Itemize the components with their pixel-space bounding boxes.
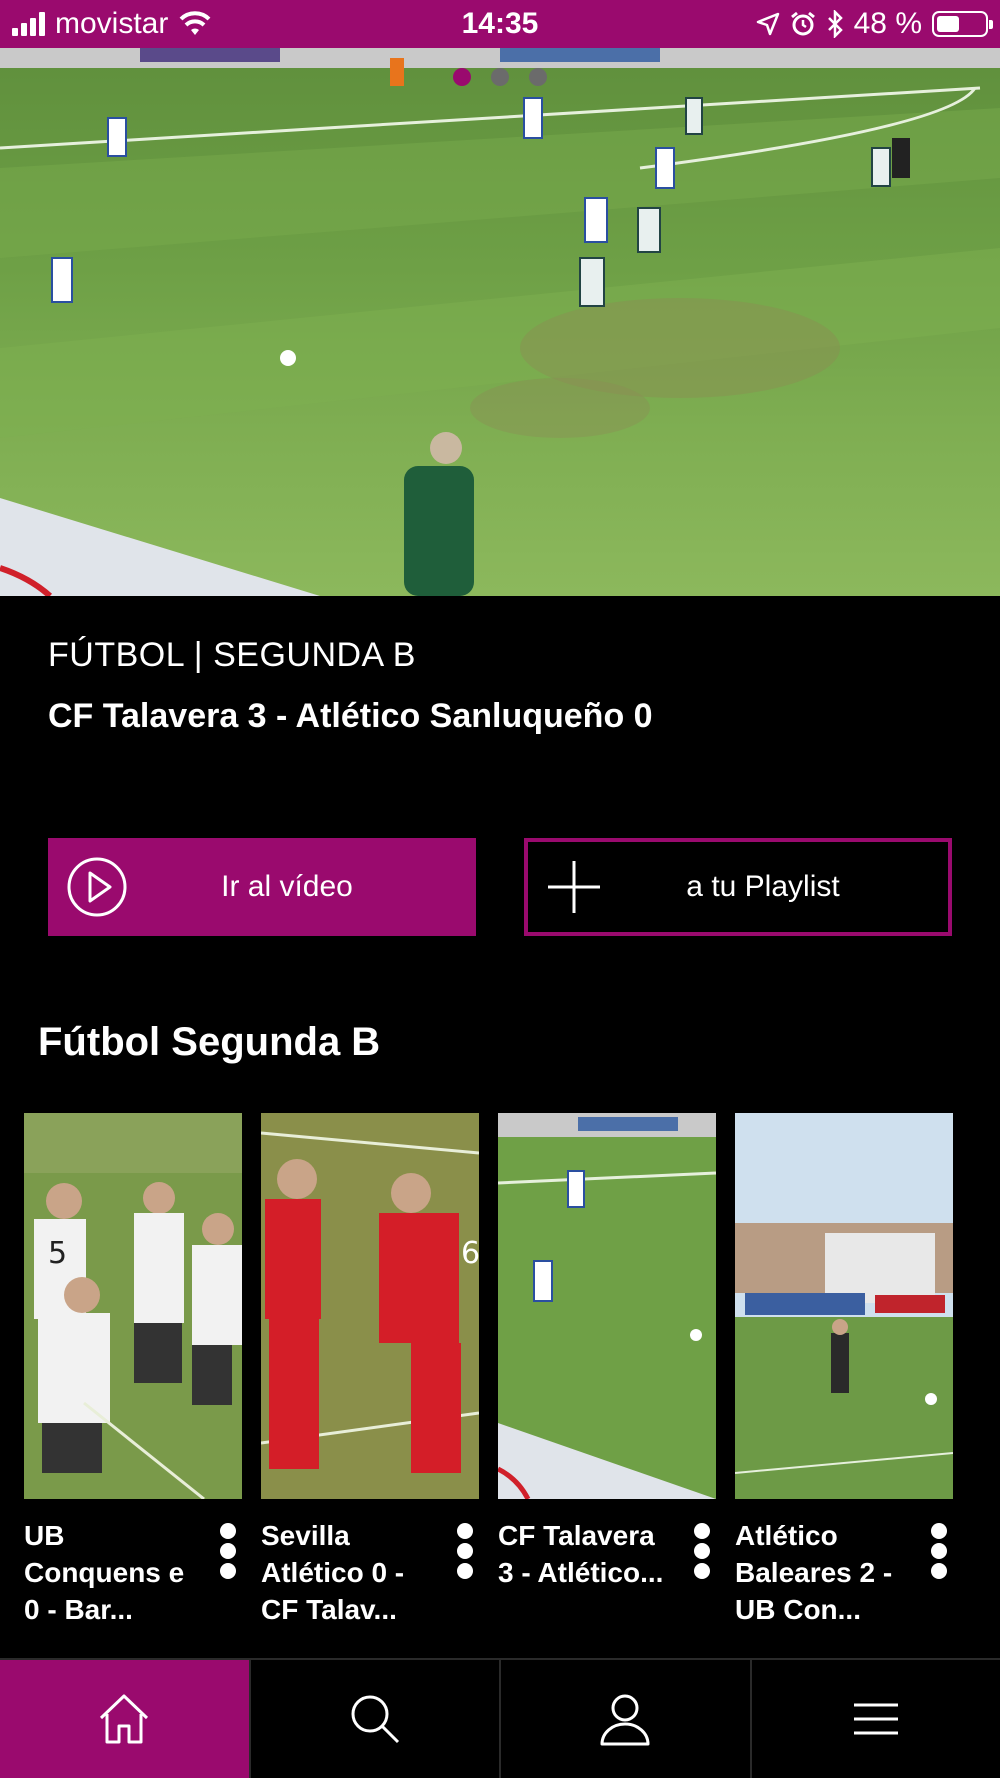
video-thumbnail[interactable]: 5: [24, 1113, 242, 1499]
bottom-navigation: [0, 1658, 1000, 1778]
battery-icon: [932, 11, 993, 37]
video-thumbnail[interactable]: 6: [261, 1113, 479, 1499]
profile-icon: [600, 1694, 650, 1746]
status-bar-right: 48 %: [756, 0, 993, 48]
svg-text:5: 5: [48, 1236, 67, 1271]
battery-level: [937, 16, 960, 32]
nav-search[interactable]: [250, 1660, 501, 1778]
video-thumbnail[interactable]: [735, 1113, 953, 1499]
home-icon: [100, 1694, 149, 1744]
video-card[interactable]: CF Talavera 3 - Atlético...: [498, 1113, 716, 1633]
video-card-title[interactable]: Sevilla Atlético 0 - CF Talav...: [261, 1517, 431, 1629]
menu-icon: [853, 1703, 898, 1735]
more-options-icon[interactable]: [214, 1523, 242, 1579]
status-bar: movistar 14:35 48 %: [0, 0, 1000, 48]
carousel-dot[interactable]: [453, 68, 471, 86]
bluetooth-icon: [827, 10, 843, 38]
video-card[interactable]: 5 UB Conquens e 0 - Bar...: [24, 1113, 242, 1633]
play-circle-icon: [67, 857, 127, 917]
thumbnail-image: 5: [24, 1113, 242, 1499]
nav-menu[interactable]: [751, 1660, 1000, 1778]
add-to-playlist-button[interactable]: a tu Playlist: [524, 838, 952, 936]
battery-percent: 48 %: [853, 7, 922, 40]
section-title: Fútbol Segunda B: [38, 1020, 381, 1064]
carousel-dot[interactable]: [529, 68, 547, 86]
hero-image: [0, 48, 1000, 596]
video-card-title[interactable]: Atlético Baleares 2 - UB Con...: [735, 1517, 905, 1629]
carousel-indicator: [0, 68, 1000, 86]
svg-text:6: 6: [461, 1236, 479, 1271]
nav-profile[interactable]: [501, 1660, 752, 1778]
thumbnail-image: 6: [261, 1113, 479, 1499]
search-icon: [351, 1695, 399, 1744]
nav-home[interactable]: [0, 1660, 251, 1778]
carousel-dot[interactable]: [491, 68, 509, 86]
alarm-icon: [790, 11, 815, 36]
video-card-title[interactable]: UB Conquens e 0 - Bar...: [24, 1517, 194, 1629]
hero-video-thumbnail[interactable]: [0, 48, 1000, 596]
featured-title: CF Talavera 3 - Atlético Sanluqueño 0: [48, 697, 653, 735]
featured-category: FÚTBOL | SEGUNDA B: [48, 636, 416, 674]
more-options-icon[interactable]: [451, 1523, 479, 1579]
video-card-title[interactable]: CF Talavera 3 - Atlético...: [498, 1517, 668, 1629]
location-icon: [756, 12, 779, 36]
thumbnail-image: [735, 1113, 953, 1499]
video-thumbnail[interactable]: [498, 1113, 716, 1499]
more-options-icon[interactable]: [925, 1523, 953, 1579]
video-card[interactable]: 6 Sevilla Atlético 0 - CF Talav...: [261, 1113, 479, 1633]
video-card[interactable]: Atlético Baleares 2 - UB Con...: [735, 1113, 953, 1633]
plus-icon: [548, 861, 600, 913]
video-carousel[interactable]: 5 UB Conquens e 0 - Bar... 6 Sevilla Atl…: [24, 1113, 1000, 1633]
thumbnail-image: [498, 1113, 716, 1499]
play-video-button[interactable]: Ir al vídeo: [48, 838, 476, 936]
more-options-icon[interactable]: [688, 1523, 716, 1579]
